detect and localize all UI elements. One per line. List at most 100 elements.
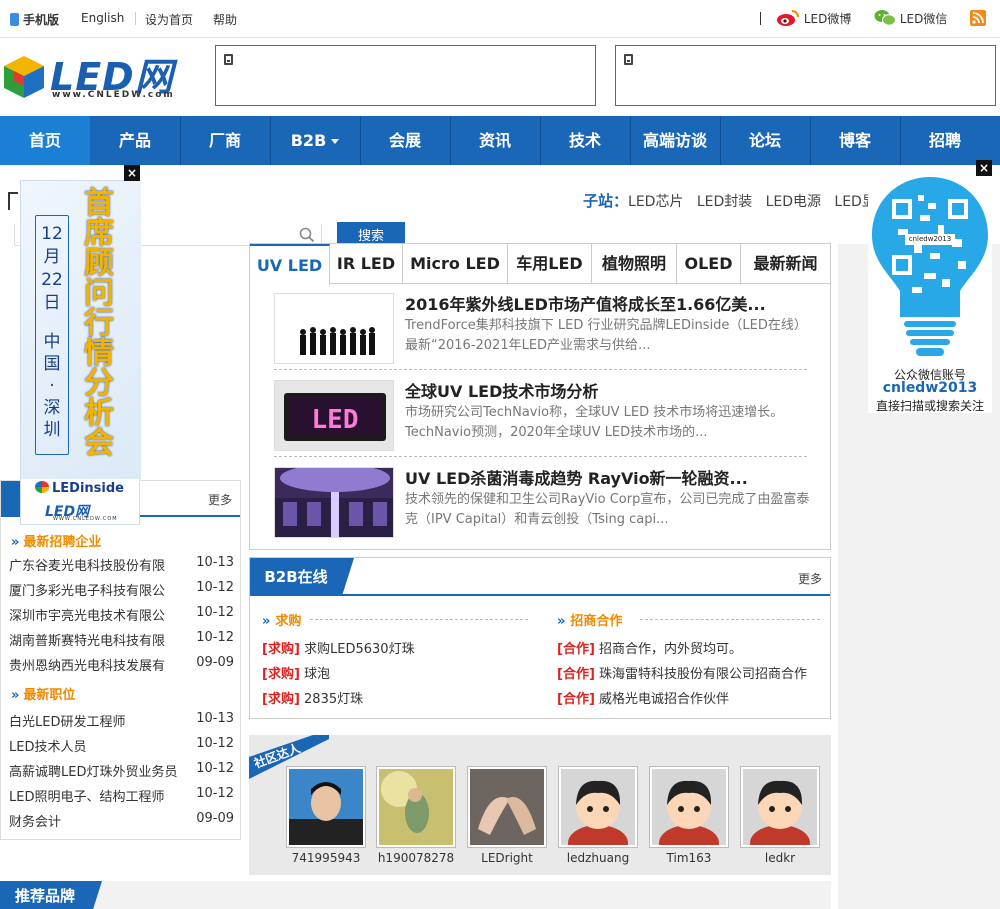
tab-uv-led[interactable]: UV LED [250,244,330,285]
user-photo [470,769,544,845]
news-title[interactable]: UV LED杀菌消毒成趋势 RayVio新一轮融资... [405,465,748,489]
news-item[interactable]: LED 全球UV LED技术市场分析 市场研究公司TechNavio称，全球UV… [274,375,807,457]
user-name[interactable]: 741995943 [286,851,366,865]
tab-latest-news[interactable]: 最新新闻 [741,244,830,284]
news-desc: 技术领先的保健和卫生公司RayVio Corp宣布，公司已完成了由盈富泰克（IP… [405,492,810,527]
list-item[interactable]: 白光LED研发工程师 10-13 [9,711,234,730]
buy-heading: 求购 [262,610,301,629]
crowd-image [275,294,393,363]
ad-placeholder-icon [224,54,233,65]
community-panel: 社区达人 741995943 h190078278 LEDright ledzh… [249,735,831,875]
news-desc: 市场研究公司TechNavio称，全球UV LED 技术市场将迅速增长。Tech… [405,405,784,440]
news-thumbnail: LED [274,380,394,451]
nav-blog[interactable]: 博客 [810,116,900,165]
avatar[interactable] [467,766,547,848]
rss-glyph [972,12,984,24]
logo-cube-icon [4,56,44,98]
coop-heading: 招商合作 [557,610,622,629]
avatar[interactable] [740,766,820,848]
nav-vendors[interactable]: 厂商 [180,116,270,165]
user-name[interactable]: h190078278 [376,851,456,865]
list-item[interactable]: LED照明电子、结构工程师 10-12 [9,786,234,805]
tab-auto-led[interactable]: 车用LED [508,244,592,284]
divider [135,12,136,25]
weibo-link[interactable]: LED微博 [776,9,851,27]
header-ad-slot-2[interactable] [615,45,996,106]
b2b-title: B2B在线 [250,558,354,596]
tab-micro-led[interactable]: Micro LED [403,244,508,284]
buy-item[interactable]: [求购] 求购LED5630灯珠 [262,638,415,657]
phone-icon [10,13,19,26]
nav-products[interactable]: 产品 [90,116,180,165]
page: 手机版 English 设为首页 帮助 LED微博 LED微信 LED网 www… [0,0,1000,909]
nav-expo[interactable]: 会展 [360,116,450,165]
user-name[interactable]: ledzhuang [558,851,638,865]
list-item[interactable]: 财务会计 09-09 [9,811,234,830]
led-sign-text: LED [312,405,359,435]
nav-b2b[interactable]: B2B [270,116,360,165]
floating-ad-left[interactable]: 12月22日 中国·深圳 首席顾问行情分析会 LEDinside LED网 WW… [20,180,141,525]
subsite-link[interactable]: LED芯片 [628,194,683,210]
wechat-qr-panel[interactable]: cnledw2013 公众微信账号 cnledw2013 直接扫描或搜索关注 [868,175,992,413]
header-ad-slot-1[interactable] [215,45,596,106]
latest-jobs-heading: 最新职位 [11,684,75,703]
news-item[interactable]: 2016年紫外线LED市场产值将成长至1.66亿美... TrendForce集… [274,288,807,370]
user-photo [289,769,363,845]
news-title[interactable]: 2016年紫外线LED市场产值将成长至1.66亿美... [405,291,766,315]
avatar[interactable] [649,766,729,848]
news-panel: UV LED IR LED Micro LED 车用LED 植物照明 OLED … [249,243,831,550]
user-name[interactable]: LEDright [467,851,547,865]
user-photo [379,769,453,845]
weixin-link[interactable]: LED微信 [874,9,947,27]
rss-icon[interactable] [970,10,986,26]
list-item[interactable]: 厦门多彩光电子科技有限公 10-12 [9,580,234,599]
jobs-more-link[interactable]: 更多 [208,491,232,508]
coop-item[interactable]: [合作] 威格光电诚招合作伙伴 [557,688,729,707]
nav-interviews[interactable]: 高端访谈 [630,116,720,165]
user-name[interactable]: Tim163 [649,851,729,865]
buy-item[interactable]: [求购] 2835灯珠 [262,688,363,707]
close-icon[interactable]: × [124,165,140,181]
close-icon[interactable]: × [976,160,992,176]
subsite-link[interactable]: LED封装 [697,194,752,210]
buy-item[interactable]: [求购] 球泡 [262,663,330,682]
tab-oled[interactable]: OLED [677,244,741,284]
coop-item[interactable]: [合作] 招商合作，内外贸均可。 [557,638,742,657]
subsite-link[interactable]: LED电源 [766,194,821,210]
logo-url: www.CNLEDW.com [52,90,175,100]
list-item[interactable]: LED技术人员 10-12 [9,736,234,755]
avatar[interactable] [376,766,456,848]
mobile-link[interactable]: 手机版 [10,11,59,28]
list-item[interactable]: 贵州恩纳西光电科技发展有 09-09 [9,655,234,674]
list-item[interactable]: 高薪诚聘LED灯珠外贸业务员 10-12 [9,761,234,780]
coop-item[interactable]: [合作] 珠海雷特科技股份有限公司招商合作 [557,663,807,682]
nav-news[interactable]: 资讯 [450,116,540,165]
help-link[interactable]: 帮助 [213,11,237,28]
caret-down-icon [331,139,340,144]
weibo-icon [777,10,799,26]
avatar[interactable] [558,766,638,848]
ledinside-logo-icon [35,481,49,493]
list-item[interactable]: 深圳市宇亮光电技术有限公 10-12 [9,605,234,624]
site-logo[interactable]: LED网 www.CNLEDW.com [0,44,200,106]
jobs-panel: 更多 最新招聘企业 广东谷麦光电科技股份有限10-13 厦门多彩光电子科技有限公… [0,480,241,840]
latest-companies-heading: 最新招聘企业 [11,531,101,550]
nav-jobs[interactable]: 招聘 [900,116,990,165]
set-homepage-link[interactable]: 设为首页 [145,11,193,28]
nav-home[interactable]: 首页 [0,116,90,165]
list-item[interactable]: 广东谷麦光电科技股份有限 10-13 [9,555,234,574]
user-name[interactable]: ledkr [740,851,820,865]
english-link[interactable]: English [81,11,124,25]
tab-plant-lighting[interactable]: 植物照明 [592,244,677,284]
list-item[interactable]: 湖南普斯赛特光电科技有限 10-12 [9,630,234,649]
qr-inner-label: cnledw2013 [905,234,955,245]
b2b-more-link[interactable]: 更多 [798,570,822,587]
tab-ir-led[interactable]: IR LED [330,244,403,284]
b2b-header: B2B在线 更多 [250,558,830,596]
news-title[interactable]: 全球UV LED技术市场分析 [405,378,598,402]
avatar[interactable] [286,766,366,848]
nav-forum[interactable]: 论坛 [720,116,810,165]
news-item[interactable]: UV LED杀菌消毒成趋势 RayVio新一轮融资... 技术领先的保健和卫生公… [274,462,810,544]
divider [640,619,820,620]
nav-tech[interactable]: 技术 [540,116,630,165]
